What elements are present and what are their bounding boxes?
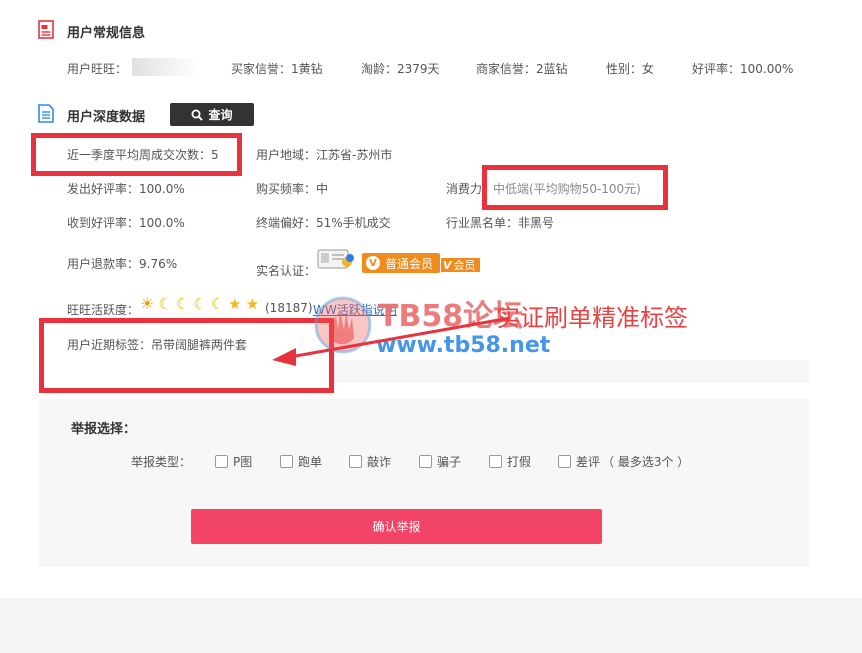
- moon-icon: ☾: [158, 294, 172, 313]
- taobao-age: 淘龄：2379天: [361, 62, 440, 76]
- page-footer: [0, 598, 862, 653]
- vip-badge-secondary: V 会员: [441, 258, 480, 272]
- report-option-checkbox[interactable]: [349, 455, 362, 468]
- report-option-label[interactable]: 差评: [576, 453, 600, 470]
- moon-icon: ☾: [210, 294, 225, 313]
- confirm-report-label: 确认举报: [372, 520, 421, 534]
- vip-v-icon: V: [366, 256, 380, 270]
- query-button[interactable]: 查询: [170, 103, 254, 126]
- report-option-checkbox[interactable]: [419, 455, 432, 468]
- good-rate: 好评率：100.00%: [692, 62, 794, 76]
- report-option-label[interactable]: 敲诈: [367, 453, 391, 470]
- activity-level: ☀ ☾ ☾ ☾ ☾ ★ ★: [140, 296, 259, 312]
- id-card-icon: [317, 249, 357, 274]
- report-option-label[interactable]: P图: [233, 453, 252, 470]
- annotation-text: 实证刷单精准标签: [496, 304, 688, 332]
- vip-badge-label: 普通会员: [385, 256, 434, 271]
- confirm-report-button[interactable]: 确认举报: [191, 509, 602, 544]
- buyer-credit: 买家信誉：1黄钻: [231, 62, 323, 76]
- vip-v2-icon: V: [443, 258, 452, 272]
- receive-good-rate: 收到好评率：100.0%: [67, 216, 185, 230]
- send-good-rate: 发出好评率：100.0%: [67, 182, 185, 196]
- report-option-label[interactable]: 骗子: [437, 453, 461, 470]
- report-option-checkbox[interactable]: [215, 455, 228, 468]
- report-title: 举报选择：: [71, 422, 137, 437]
- realname-label: 实名认证：: [256, 264, 317, 278]
- refund-rate: 用户退款率：9.76%: [67, 257, 178, 271]
- document-icon: [38, 104, 54, 123]
- activity-label: 旺旺活跃度：: [67, 303, 140, 317]
- user-region: 用户地域：江苏省-苏州市: [256, 148, 393, 162]
- seller-credit: 商家信誉：2蓝钻: [476, 62, 568, 76]
- section-title-basic: 用户常规信息: [67, 26, 146, 41]
- report-option-label[interactable]: 跑单: [298, 453, 322, 470]
- report-option-label[interactable]: 打假: [507, 453, 531, 470]
- buy-frequency: 购买频率：中: [256, 182, 329, 196]
- spending-label: 消费力: [446, 182, 483, 196]
- moon-icon: ☾: [193, 294, 207, 313]
- highlight-box-spending: [482, 165, 668, 210]
- vip-badge2-label: 会员: [453, 259, 476, 272]
- report-option-checkbox[interactable]: [558, 455, 571, 468]
- device-preference: 终端偏好：51%手机成交: [256, 216, 391, 230]
- star-icon: ★: [228, 294, 242, 313]
- info-card-icon: [38, 20, 54, 39]
- highlight-box-trades: [31, 133, 242, 176]
- industry-blacklist: 行业黑名单：非黑号: [446, 216, 555, 230]
- report-limit-note: （ 最多选3个 ）: [602, 455, 690, 469]
- wangwang-redacted: [132, 58, 200, 76]
- gender: 性别：女: [606, 62, 655, 76]
- report-option-checkbox[interactable]: [280, 455, 293, 468]
- search-icon: [191, 109, 204, 121]
- vip-badge: V 普通会员: [362, 253, 441, 273]
- report-type-label: 举报类型：: [131, 455, 192, 469]
- moon-icon: ☾: [175, 294, 190, 313]
- sun-icon: ☀: [140, 294, 155, 313]
- query-button-label: 查询: [208, 108, 233, 122]
- wangwang-label: 用户旺旺：: [67, 62, 128, 76]
- star-icon: ★: [245, 294, 260, 313]
- section-title-deep: 用户深度数据: [67, 110, 146, 125]
- report-option-checkbox[interactable]: [489, 455, 502, 468]
- annotation-arrow: [272, 316, 511, 366]
